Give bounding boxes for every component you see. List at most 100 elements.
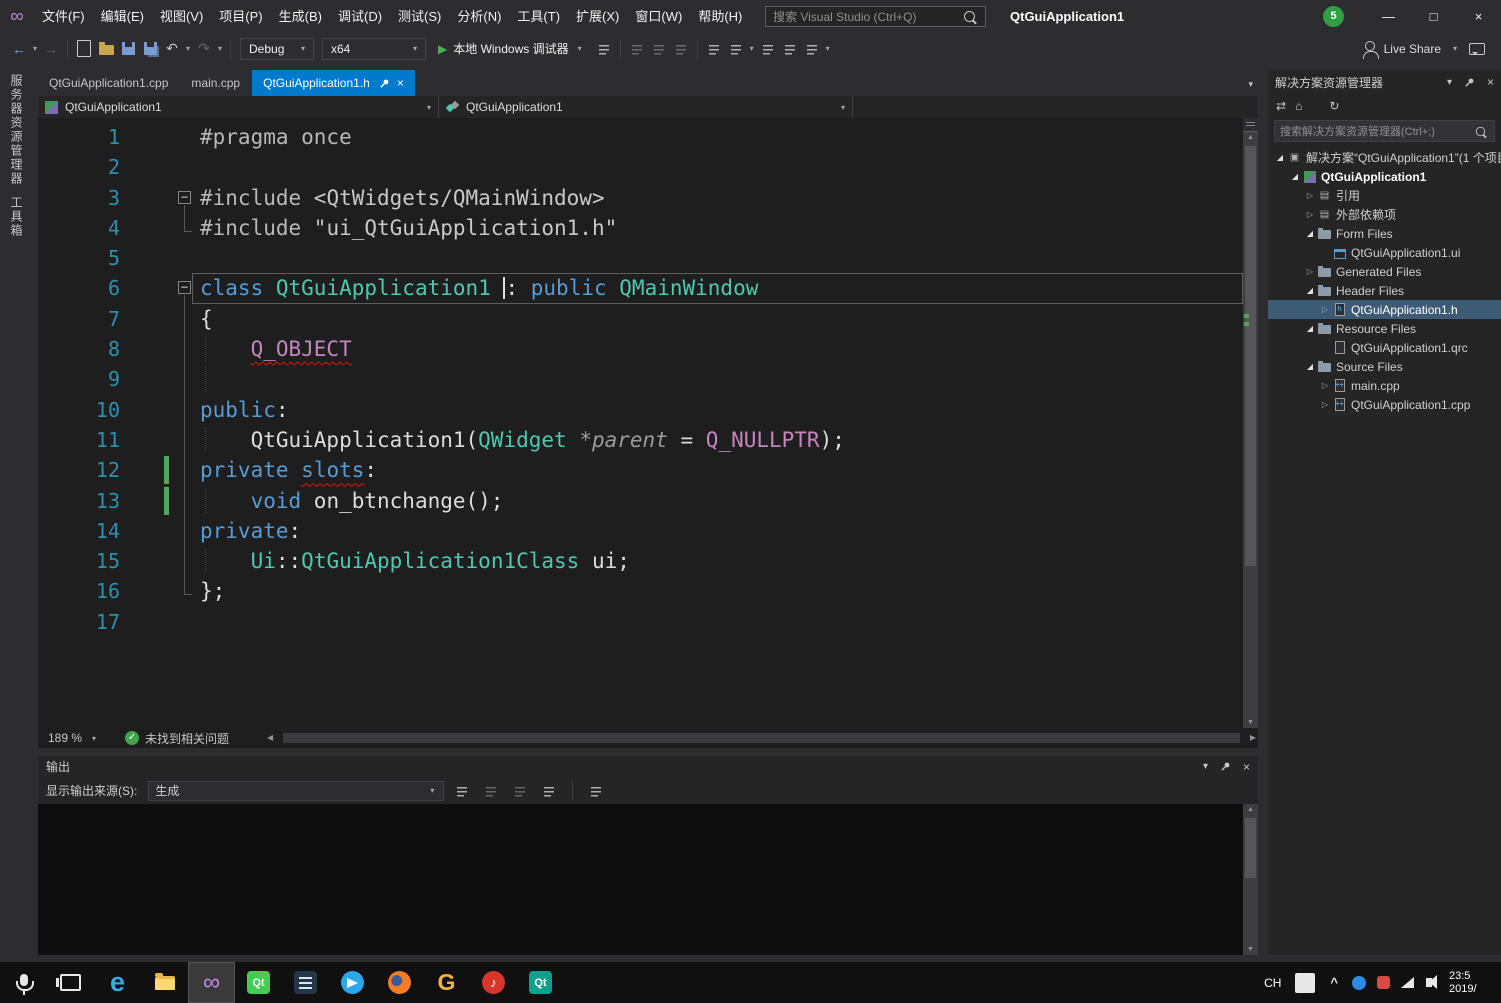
ime-language-indicator[interactable]: CH: [1256, 976, 1289, 990]
scrollbar-thumb[interactable]: [283, 733, 1240, 743]
document-list-dropdown-icon[interactable]: ▾: [1248, 79, 1253, 90]
tab-close-icon[interactable]: ×: [397, 76, 404, 90]
output-scrollbar[interactable]: ▲ ▼: [1243, 804, 1258, 955]
tree-item[interactable]: ◢▣解决方案“QtGuiApplication1”(1 个项目): [1268, 148, 1501, 167]
close-panel-icon[interactable]: ×: [1487, 75, 1494, 89]
telegram-app-icon[interactable]: [329, 962, 376, 1003]
project-dropdown[interactable]: QtGuiApplication1 ▾: [38, 96, 439, 118]
word-wrap-icon[interactable]: [586, 780, 606, 802]
document-health-indicator[interactable]: ✓ 未找到相关问题: [125, 730, 229, 747]
home-icon[interactable]: ⌂: [1295, 99, 1302, 113]
window-position-dropdown-icon[interactable]: ▾: [1203, 761, 1208, 772]
undo-icon[interactable]: ↶: [162, 38, 182, 60]
new-file-icon[interactable]: [74, 38, 94, 60]
scroll-down-icon[interactable]: ▼: [1243, 719, 1258, 726]
scroll-up-icon[interactable]: ▲: [1243, 134, 1258, 141]
user-avatar[interactable]: 5: [1323, 6, 1344, 27]
close-button[interactable]: ×: [1456, 0, 1501, 33]
scroll-right-icon[interactable]: ▶: [1250, 733, 1256, 742]
qt-designer-app-icon[interactable]: Qt: [235, 962, 282, 1003]
bookmark-icon[interactable]: [726, 38, 746, 60]
fold-gutter[interactable]: −: [166, 183, 192, 213]
task-view-button[interactable]: [47, 962, 94, 1003]
code-line[interactable]: 2: [38, 152, 1243, 182]
code-line[interactable]: 13 void on_btnchange();: [38, 486, 1243, 516]
code-line[interactable]: 3−#include <QtWidgets/QMainWindow>: [38, 183, 1243, 213]
network-icon[interactable]: [1395, 962, 1419, 1003]
code-line[interactable]: 11 QtGuiApplication1(QWidget *parent = Q…: [38, 425, 1243, 455]
menu-item-5[interactable]: 调试(D): [330, 0, 390, 33]
code-line[interactable]: 7{: [38, 304, 1243, 334]
zoom-dropdown[interactable]: 189 % ▾: [38, 731, 109, 745]
code-line[interactable]: 12private slots:: [38, 455, 1243, 485]
browser-app-icon[interactable]: [376, 962, 423, 1003]
tree-collapsed-icon[interactable]: ▷: [1304, 191, 1316, 200]
attach-icon[interactable]: [594, 38, 614, 60]
menu-item-11[interactable]: 帮助(H): [690, 0, 750, 33]
visual-studio-app-icon[interactable]: ∞: [188, 962, 235, 1003]
uncomment-icon[interactable]: [780, 38, 800, 60]
code-line[interactable]: 1#pragma once: [38, 122, 1243, 152]
tray-expand-icon[interactable]: ^: [1321, 975, 1347, 990]
pin-icon[interactable]: [1220, 761, 1231, 772]
tree-item[interactable]: ▷hQtGuiApplication1.h: [1268, 300, 1501, 319]
menu-item-3[interactable]: 项目(P): [211, 0, 270, 33]
tree-expanded-icon[interactable]: ◢: [1289, 172, 1301, 181]
tree-item[interactable]: QtGuiApplication1.qrc: [1268, 338, 1501, 357]
tree-item[interactable]: ◢Header Files: [1268, 281, 1501, 300]
tree-expanded-icon[interactable]: ◢: [1304, 286, 1316, 295]
save-icon[interactable]: [118, 38, 138, 60]
tree-item[interactable]: ◢Resource Files: [1268, 319, 1501, 338]
goto-previous-message-icon[interactable]: [481, 780, 501, 802]
feedback-icon[interactable]: [1469, 43, 1485, 55]
clear-all-icon[interactable]: [539, 780, 559, 802]
code-line[interactable]: 5: [38, 243, 1243, 273]
comment-icon[interactable]: [758, 38, 778, 60]
code-line[interactable]: 10public:: [38, 395, 1243, 425]
taskbar-app-icon[interactable]: [282, 962, 329, 1003]
indent-icon[interactable]: [802, 38, 822, 60]
scroll-up-icon[interactable]: ▲: [1243, 806, 1258, 813]
tree-item[interactable]: ▷++QtGuiApplication1.cpp: [1268, 395, 1501, 414]
save-all-icon[interactable]: [140, 38, 160, 60]
menu-item-6[interactable]: 测试(S): [390, 0, 449, 33]
member-dropdown[interactable]: [853, 96, 1258, 118]
scrollbar-thumb[interactable]: [1245, 146, 1256, 566]
qt-creator-app-icon[interactable]: Qt: [517, 962, 564, 1003]
navigate-forward-icon[interactable]: →: [41, 38, 61, 60]
tree-collapsed-icon[interactable]: ▷: [1319, 381, 1331, 390]
window-position-dropdown-icon[interactable]: ▾: [1447, 77, 1452, 88]
tree-expanded-icon[interactable]: ◢: [1274, 153, 1286, 162]
view-switch-icon[interactable]: ⇄: [1276, 99, 1286, 113]
menu-item-7[interactable]: 分析(N): [449, 0, 509, 33]
navigate-back-dropdown-icon[interactable]: ▾: [30, 44, 40, 53]
break-all-icon[interactable]: [627, 38, 647, 60]
tree-expanded-icon[interactable]: ◢: [1304, 229, 1316, 238]
code-line[interactable]: 6−class QtGuiApplication1 : public QMain…: [38, 273, 1243, 303]
maximize-button[interactable]: □: [1411, 0, 1456, 33]
scrollbar-thumb[interactable]: [1245, 818, 1256, 878]
tree-expanded-icon[interactable]: ◢: [1304, 324, 1316, 333]
tray-clock[interactable]: 23:5 2019/: [1443, 970, 1501, 996]
tree-item[interactable]: ▷++main.cpp: [1268, 376, 1501, 395]
tree-collapsed-icon[interactable]: ▷: [1319, 400, 1331, 409]
tree-item[interactable]: ◢Form Files: [1268, 224, 1501, 243]
tree-item[interactable]: ▷▤外部依赖项: [1268, 205, 1501, 224]
scroll-down-icon[interactable]: ▼: [1243, 946, 1258, 953]
code-line[interactable]: 15 Ui::QtGuiApplication1Class ui;: [38, 546, 1243, 576]
menu-item-2[interactable]: 视图(V): [152, 0, 211, 33]
tray-app-icon[interactable]: [1371, 962, 1395, 1003]
chevron-down-icon[interactable]: ▾: [1450, 44, 1460, 53]
document-tab[interactable]: main.cpp: [180, 70, 251, 96]
menu-item-10[interactable]: 窗口(W): [627, 0, 690, 33]
volume-icon[interactable]: [1419, 962, 1443, 1003]
fold-gutter[interactable]: −: [166, 273, 192, 303]
collapse-region-icon[interactable]: −: [178, 281, 191, 294]
split-window-grip-icon[interactable]: [1243, 118, 1258, 132]
tree-item[interactable]: ◢Source Files: [1268, 357, 1501, 376]
ime-mode-icon[interactable]: [1295, 973, 1315, 993]
menu-item-0[interactable]: 文件(F): [34, 0, 93, 33]
editor-horizontal-scrollbar[interactable]: ◀ ▶: [265, 728, 1258, 748]
tree-collapsed-icon[interactable]: ▷: [1304, 210, 1316, 219]
code-line[interactable]: 17: [38, 607, 1243, 637]
